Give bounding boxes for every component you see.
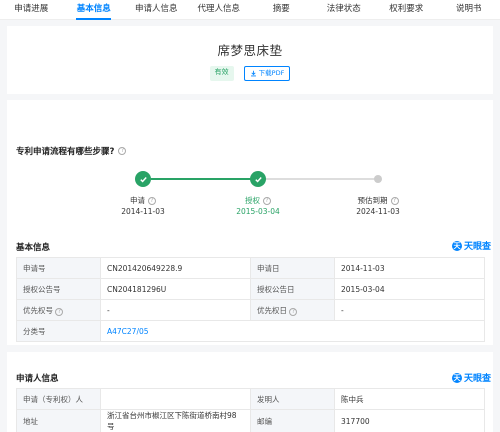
brand-logo: 天 天眼查 [452,240,492,252]
step-dot-apply [135,171,151,187]
label-grant-date: 授权公告日 [250,278,335,300]
progress-steps: 申请? 授权? 预估到期? 2014-11-03 2015-03-04 2024… [7,170,493,220]
question-icon[interactable]: ? [390,196,399,205]
tab-agent-info[interactable]: 代理人信息 [188,0,251,19]
label-application-date: 申请日 [250,257,335,279]
question-icon[interactable]: ? [289,307,298,316]
value-priority-number: - [100,299,251,321]
value-priority-date: - [334,299,485,321]
table-row: 分类号 A47C27/05 [16,320,485,342]
download-pdf-label: 下载PDF [258,69,285,77]
step-date-expire: 2024-11-03 [356,207,400,216]
applicant-info-table: 申请（专利权）人 发明人 陈中兵 地址 浙江省台州市椒江区下陈街道桥南村98号 … [16,388,485,432]
step-date-grant: 2015-03-04 [236,207,280,216]
step-label-expire: 预估到期? [338,195,418,206]
tab-basic-info[interactable]: 基本信息 [63,0,126,20]
applicant-info-card: 申请人信息 天 天眼查 申请（专利权）人 发明人 陈中兵 地址 浙江省台州市椒江… [7,352,493,432]
value-applicant [100,388,251,410]
step-label-grant: 授权? [218,195,298,206]
table-row: 申请号 CN201420649228.9 申请日 2014-11-03 [16,257,485,279]
step-line-done [151,178,257,180]
tab-bar: 申请进展 基本信息 申请人信息 代理人信息 摘要 法律状态 权利要求 说明书 [0,0,500,20]
applicant-info-heading: 申请人信息 [16,374,59,384]
value-inventor: 陈中兵 [334,388,485,410]
tab-claims[interactable]: 权利要求 [375,0,438,19]
label-priority-date: 优先权日 ? [250,299,335,321]
download-icon [250,70,256,77]
brand-logo: 天 天眼查 [452,372,492,384]
tab-applicant-info[interactable]: 申请人信息 [125,0,188,19]
step-line-pending [259,178,377,180]
check-icon [139,176,147,183]
table-row: 优先权号 ? - 优先权日 ? - [16,299,485,321]
check-icon [254,176,262,183]
step-date-apply: 2014-11-03 [121,207,165,216]
step-dot-expire [374,175,382,183]
label-address: 地址 [16,409,101,432]
classification-link[interactable]: A47C27/05 [107,327,149,336]
value-application-date: 2014-11-03 [334,257,485,279]
value-postcode: 317700 [334,409,485,432]
flow-question-text: 专利申请流程有哪些步骤? [16,147,115,157]
question-icon[interactable]: ? [148,196,156,205]
brand-logo-icon: 天 [452,240,462,251]
tab-abstract[interactable]: 摘要 [250,0,313,19]
question-icon[interactable]: ? [263,196,271,205]
label-inventor: 发明人 [250,388,335,410]
value-grant-date: 2015-03-04 [334,278,485,300]
tab-description[interactable]: 说明书 [438,0,500,19]
patent-title: 席梦思床垫 [217,43,283,58]
brand-logo-icon: 天 [452,372,462,383]
value-classification: A47C27/05 [100,320,485,342]
label-grant-number: 授权公告号 [16,278,101,300]
label-applicant: 申请（专利权）人 [16,388,101,410]
question-icon[interactable]: ? [118,147,127,155]
question-icon[interactable]: ? [55,307,64,316]
value-address: 浙江省台州市椒江区下陈街道桥南村98号 [100,409,251,432]
label-application-number: 申请号 [16,257,101,279]
table-row: 授权公告号 CN204181296U 授权公告日 2015-03-04 [16,278,485,300]
step-label-apply: 申请? [103,195,183,206]
step-dot-grant [250,171,266,187]
label-classification: 分类号 [16,320,101,342]
tab-progress[interactable]: 申请进展 [0,0,63,19]
table-row: 申请（专利权）人 发明人 陈中兵 [16,388,485,410]
tab-legal-status[interactable]: 法律状态 [313,0,376,19]
label-priority-number: 优先权号 ? [16,299,101,321]
table-row: 地址 浙江省台州市椒江区下陈街道桥南村98号 邮编 317700 [16,409,485,432]
status-badge: 有效 [209,66,234,81]
basic-info-card: 专利申请流程有哪些步骤? ? 申请? 授权? 预估到期? 2014-11-03 … [7,100,493,345]
basic-info-table: 申请号 CN201420649228.9 申请日 2014-11-03 授权公告… [16,257,485,342]
title-card: 席梦思床垫 有效 下载PDF [7,26,493,94]
basic-info-heading: 基本信息 [16,243,51,253]
value-grant-number: CN204181296U [100,278,251,300]
download-pdf-button[interactable]: 下载PDF [243,66,291,81]
value-application-number: CN201420649228.9 [100,257,251,279]
label-postcode: 邮编 [250,409,335,432]
flow-question: 专利申请流程有哪些步骤? ? [16,145,127,157]
